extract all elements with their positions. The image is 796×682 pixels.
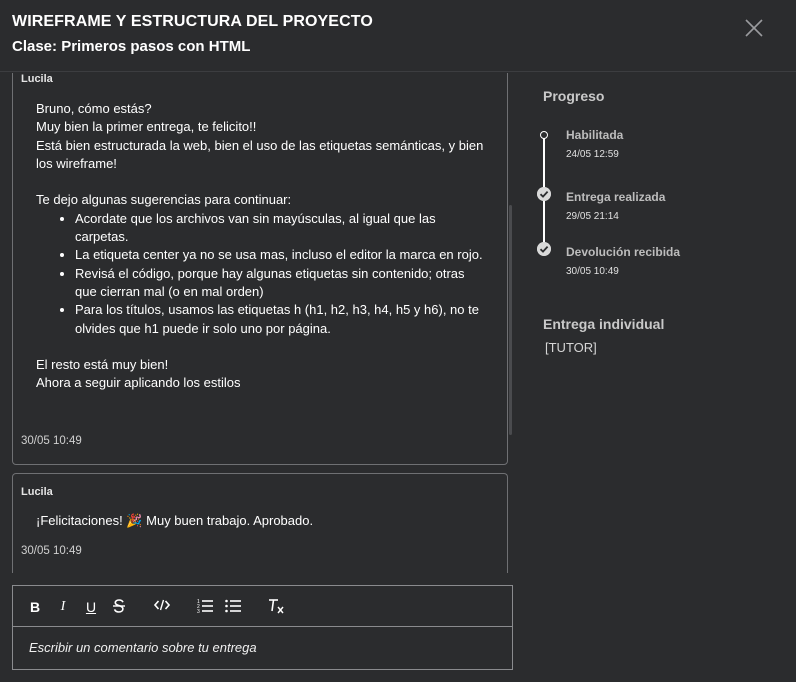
list-item: La etiqueta center ya no se usa mas, inc… [75,246,487,264]
italic-icon[interactable]: I [55,598,71,616]
comment-text: Muy buen trabajo. Aprobado. [146,513,314,528]
party-emoji: 🎉 [126,513,143,528]
comment-line: El resto está muy bien! [36,357,169,373]
delivery-title: Entrega individual [543,316,665,332]
modal-header: WIREFRAME Y ESTRUCTURA DEL PROYECTO Clas… [0,0,796,72]
step-dot-icon [540,131,548,139]
progress-panel: Progreso Habilitada 24/05 12:59 Entrega … [530,73,796,682]
page-title: WIREFRAME Y ESTRUCTURA DEL PROYECTO [12,13,373,30]
suggestion-list: Acordate que los archivos van sin mayúsc… [36,210,487,338]
list-item: Acordate que los archivos van sin mayúsc… [75,210,487,247]
bullet-list-icon[interactable] [224,598,242,616]
comment-date: 30/05 10:49 [21,435,82,447]
comment-line: Muy bien la primer entrega, te felicito!… [36,119,257,135]
check-circle-icon [537,187,551,201]
list-item: Para los títulos, usamos las etiquetas h… [75,301,487,338]
check-circle-icon [537,242,551,256]
comment-line: Te dejo algunas sugerencias para continu… [36,192,292,208]
comment-editor: B I U 123 Escribir un comentario sobre t… [12,585,513,670]
svg-text:3: 3 [197,609,200,613]
comment-body: Bruno, cómo estás? Muy bien la primer en… [36,100,487,393]
class-subtitle: Clase: Primeros pasos con HTML [12,38,251,55]
close-icon[interactable] [744,18,764,38]
editor-toolbar: B I U 123 [13,586,512,627]
comments-pane[interactable]: Lucila Bruno, cómo estás? Muy bien la pr… [0,73,515,573]
progress-title: Progreso [543,88,605,104]
step-label: Devolución recibida [566,245,681,259]
step-date: 29/05 21:14 [566,211,619,222]
comment-line: Está bien estructurada la web, bien el u… [36,137,484,171]
tutor-label: [TUTOR] [545,340,597,355]
comment-card: Lucila Bruno, cómo estás? Muy bien la pr… [12,73,508,465]
comment-line: Ahora a seguir aplicando los estilos [36,375,241,391]
list-item: Revisá el código, porque hay algunas eti… [75,265,487,302]
step-label: Habilitada [566,128,624,142]
comment-author: Lucila [21,486,53,498]
step-label: Entrega realizada [566,190,666,204]
comment-date: 30/05 10:49 [21,545,82,557]
clear-format-icon[interactable] [267,598,285,616]
step-date: 30/05 10:49 [566,266,619,277]
comment-line: Bruno, cómo estás? [36,101,152,116]
comment-body: ¡Felicitaciones! 🎉 Muy buen trabajo. Apr… [36,512,487,530]
strikethrough-icon[interactable] [111,598,127,616]
bold-icon[interactable]: B [27,598,43,616]
ordered-list-icon[interactable]: 123 [196,598,214,616]
comments-scrollbar[interactable] [509,205,512,435]
code-icon[interactable] [153,598,171,616]
comment-text: ¡Felicitaciones! [36,513,123,528]
step-date: 24/05 12:59 [566,149,619,160]
underline-icon[interactable]: U [83,598,99,616]
comment-card: Lucila ¡Felicitaciones! 🎉 Muy buen traba… [12,473,508,573]
comment-author: Lucila [21,73,53,85]
comment-input[interactable]: Escribir un comentario sobre tu entrega [29,640,257,655]
